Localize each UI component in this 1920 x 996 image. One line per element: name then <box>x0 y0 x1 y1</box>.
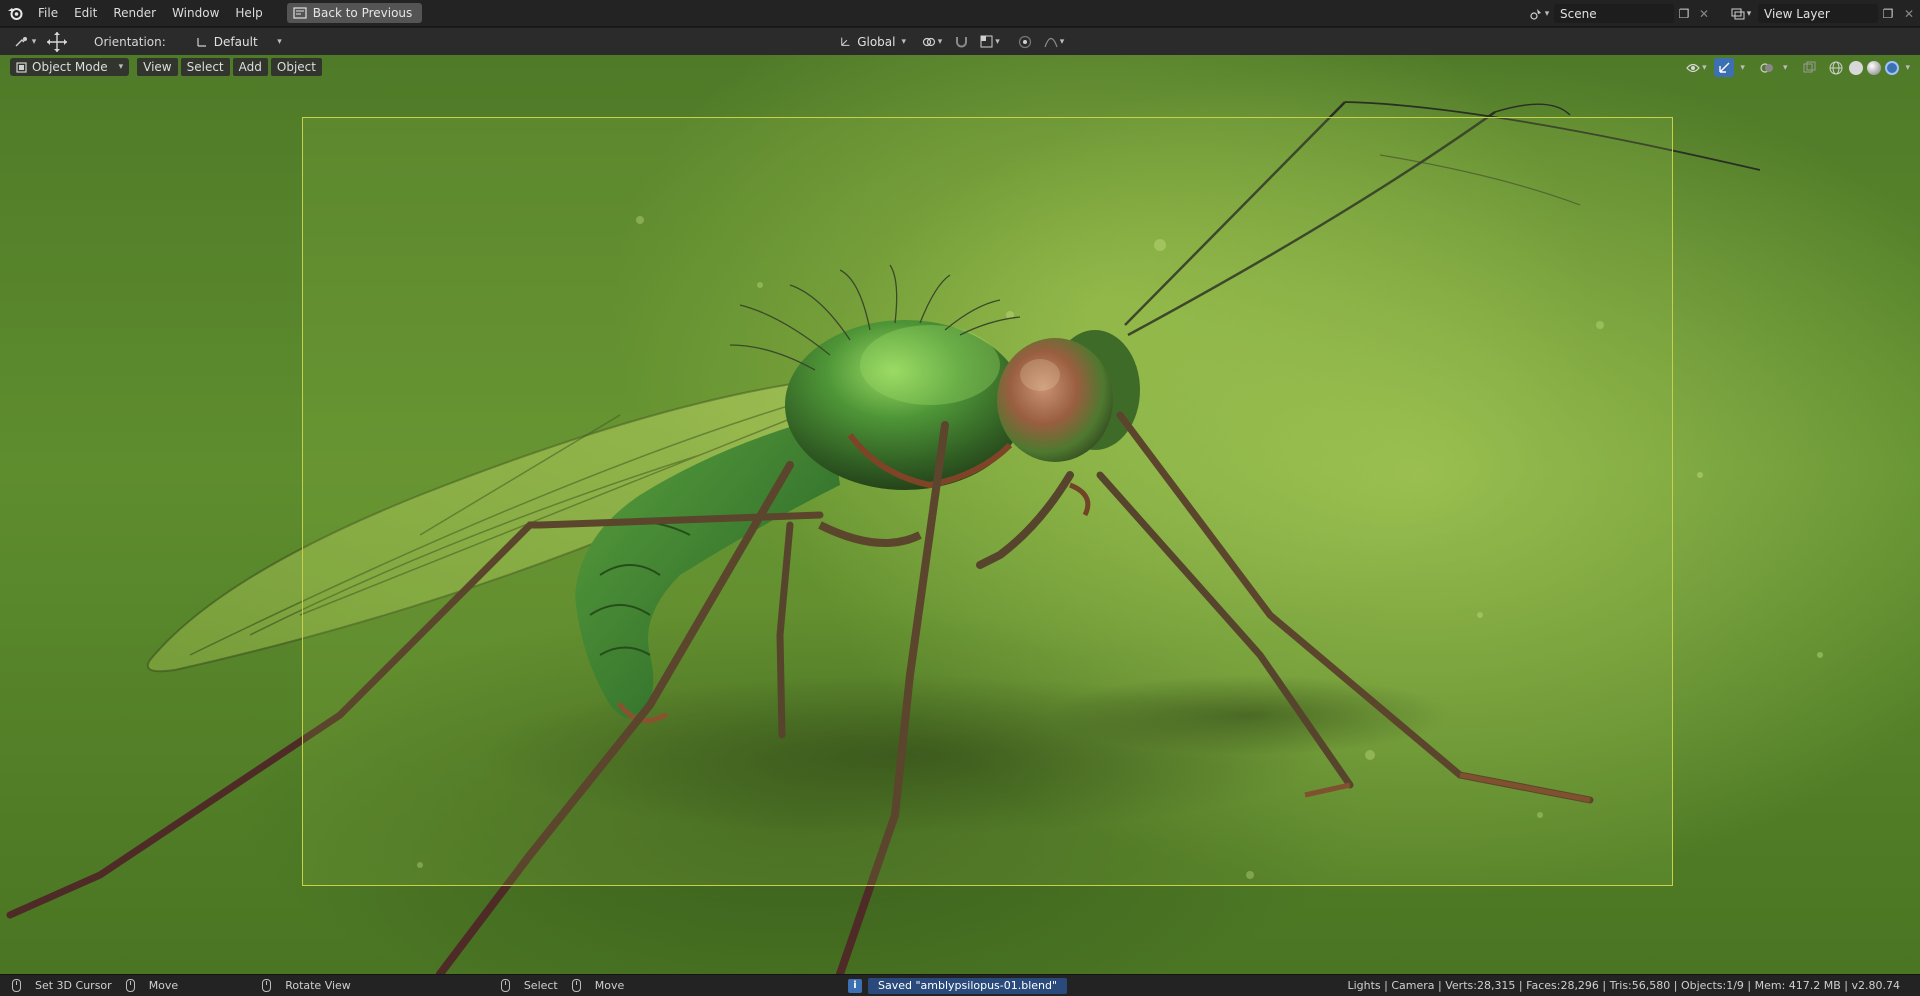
mouse-left-icon <box>12 979 21 992</box>
view-layer-value: View Layer <box>1764 6 1830 21</box>
snap-target-icon[interactable]: ▾ <box>976 32 1004 51</box>
orientation-value: Default <box>213 34 258 49</box>
viewport-menu-view[interactable]: View <box>137 58 178 76</box>
status-hint-rotate: Rotate View <box>262 979 351 992</box>
visibility-eye-icon[interactable]: ▾ <box>1682 58 1710 77</box>
viewport-header: Object Mode ▾ View Select Add Object ▾ ▾… <box>0 55 1920 79</box>
hint-move-2: Move <box>594 979 625 992</box>
proportional-edit-icon[interactable] <box>1016 32 1034 51</box>
info-icon: i <box>848 979 862 993</box>
hint-move: Move <box>148 979 179 992</box>
object-mode-value: Object Mode <box>32 60 108 74</box>
transform-orientation-select[interactable]: Global ▾ <box>834 32 912 51</box>
mouse-middle-icon <box>262 979 272 992</box>
view-layer-field[interactable]: View Layer <box>1758 4 1878 23</box>
object-mode-select[interactable]: Object Mode ▾ <box>10 58 130 76</box>
saved-notification[interactable]: i Saved "amblypsilopus-01.blend" <box>848 978 1068 994</box>
new-scene-icon[interactable]: ❐ <box>1674 4 1694 23</box>
overlays-dropdown-icon[interactable]: ▾ <box>1783 63 1788 73</box>
screen-back-icon <box>293 7 307 19</box>
blender-logo-icon[interactable] <box>0 0 30 27</box>
status-hint-select: Select <box>500 979 558 992</box>
transform-tools: Global ▾ ▾ ▾ ▾ <box>834 32 1068 51</box>
mouse-right-icon <box>500 979 510 992</box>
rendered-shading-icon[interactable] <box>1885 60 1900 75</box>
menu-window[interactable]: Window <box>164 0 227 27</box>
scene-name-field[interactable]: Scene <box>1554 4 1674 23</box>
new-view-layer-icon[interactable]: ❐ <box>1878 4 1898 23</box>
3d-viewport[interactable]: Object Mode ▾ View Select Add Object ▾ ▾… <box>0 55 1920 974</box>
material-shading-icon[interactable] <box>1867 60 1882 75</box>
view-layer-icon[interactable]: ▾ <box>1724 4 1758 23</box>
viewport-menu-object[interactable]: Object <box>270 58 322 76</box>
menu-render[interactable]: Render <box>105 0 164 27</box>
back-to-previous-button[interactable]: Back to Previous <box>286 3 423 23</box>
global-axis-icon <box>841 37 850 46</box>
menu-file[interactable]: File <box>30 0 66 27</box>
orientation-select[interactable]: Default ▾ <box>190 32 288 51</box>
scene-icon[interactable]: ▾ <box>1524 4 1554 23</box>
status-hint-move: Move <box>125 979 179 992</box>
axis-icon <box>197 37 206 47</box>
saved-message: Saved "amblypsilopus-01.blend" <box>868 978 1068 994</box>
viewport-menu-select[interactable]: Select <box>180 58 230 76</box>
close-view-layer-icon[interactable]: ✕ <box>1898 4 1920 23</box>
wireframe-shading-icon[interactable] <box>1827 58 1845 77</box>
menu-help[interactable]: Help <box>227 0 270 27</box>
object-mode-icon <box>16 61 27 73</box>
snap-magnet-icon[interactable] <box>952 32 970 51</box>
hint-rotate-view: Rotate View <box>285 979 351 992</box>
gizmo-toggle-icon[interactable] <box>1714 58 1735 77</box>
scene-statistics: Lights | Camera | Verts:28,315 | Faces:2… <box>1347 979 1900 992</box>
viewport-display-controls: ▾ ▾ ▾ ▾ <box>1682 58 1910 77</box>
viewport-menu-add[interactable]: Add <box>232 58 268 76</box>
hint-set-3d-cursor: Set 3D Cursor <box>35 979 112 992</box>
tool-header: ▾ Orientation: Default ▾ Global ▾ ▾ ▾ ▾ <box>0 28 1920 55</box>
mouse-drag-icon <box>125 979 135 992</box>
status-hint-move-2: Move <box>571 979 625 992</box>
mouse-right-drag-icon <box>571 979 581 992</box>
falloff-curve-icon[interactable]: ▾ <box>1040 32 1068 51</box>
camera-frame <box>302 117 1673 886</box>
transform-orientation-value: Global <box>857 34 896 49</box>
scene-controls: ▾ Scene ❐ ✕ ▾ View Layer ❐ ✕ <box>1524 0 1920 27</box>
hint-select: Select <box>523 979 558 992</box>
xray-toggle-icon[interactable] <box>1799 58 1819 77</box>
status-hint-cursor: Set 3D Cursor <box>12 979 112 992</box>
solid-shading-icon[interactable] <box>1849 60 1864 75</box>
close-scene-icon[interactable]: ✕ <box>1694 4 1714 23</box>
shading-dropdown-icon[interactable]: ▾ <box>1905 63 1910 73</box>
move-tool-icon[interactable] <box>42 31 72 52</box>
top-bar: File Edit Render Window Help Back to Pre… <box>0 0 1920 27</box>
scene-name-value: Scene <box>1560 6 1597 21</box>
gizmo-dropdown-icon[interactable]: ▾ <box>1740 63 1745 73</box>
editor-type-icon[interactable]: ▾ <box>8 32 42 51</box>
orientation-label: Orientation: <box>94 34 166 49</box>
status-bar: Set 3D Cursor Move Rotate View Select Mo… <box>0 974 1920 996</box>
overlays-icon[interactable] <box>1757 58 1777 77</box>
back-button-label: Back to Previous <box>312 6 413 20</box>
pivot-point-icon[interactable]: ▾ <box>918 32 946 51</box>
menu-edit[interactable]: Edit <box>66 0 105 27</box>
